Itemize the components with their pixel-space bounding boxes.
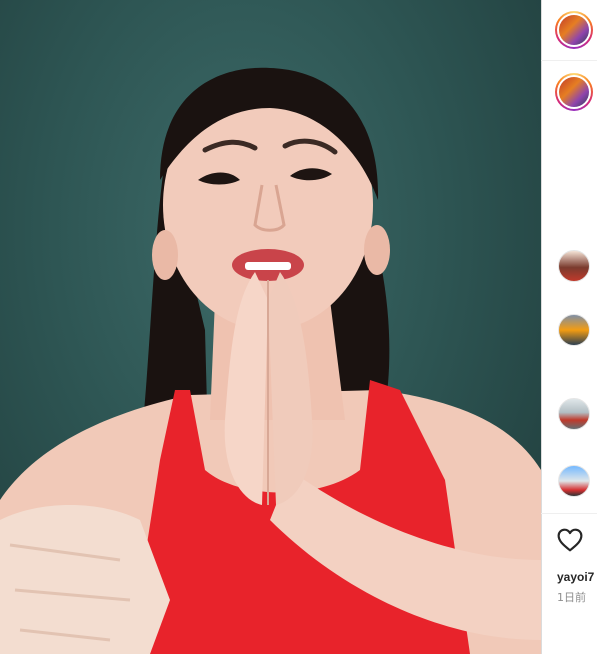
avatar-image — [559, 15, 589, 45]
commenter-avatar-car[interactable] — [558, 398, 590, 430]
commenter-avatar-sunset[interactable] — [558, 314, 590, 346]
commenter-avatar-people[interactable] — [558, 465, 590, 497]
post-timestamp[interactable]: 1日前 — [557, 589, 586, 605]
divider — [541, 60, 597, 61]
story-avatar-author[interactable] — [555, 73, 593, 111]
commenter-avatar-cartoon[interactable] — [558, 250, 590, 282]
heart-icon[interactable] — [557, 528, 583, 552]
post-photo[interactable] — [0, 0, 541, 654]
portrait-image — [0, 67, 541, 654]
story-avatar-top[interactable] — [555, 11, 593, 49]
post-username[interactable]: yayoi7 — [557, 570, 597, 584]
avatar-image — [559, 77, 589, 107]
divider — [541, 513, 597, 514]
